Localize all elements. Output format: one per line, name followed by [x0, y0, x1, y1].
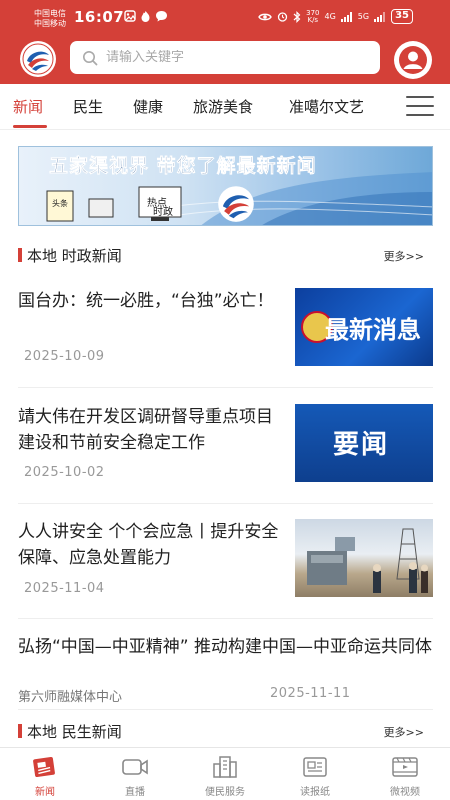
film-icon [392, 757, 418, 777]
paper-reader-icon [303, 757, 327, 777]
carrier-1: 中国电信 [34, 9, 66, 18]
section-title: 本地 时政新闻 [27, 247, 122, 265]
thumbnail-caption: 要闻 [333, 430, 390, 460]
substation-photo [307, 528, 428, 593]
buildings-icon [213, 756, 237, 778]
news-item[interactable]: 弘扬“中国—中亚精神” 推动构建中国—中亚命运共同体 第六师融媒体中心 2025… [18, 634, 433, 710]
section-header-livelihood: 本地 民生新闻 更多>> [18, 720, 432, 742]
banner-headline: 五家渠视界 带您了解最新新闻 [49, 155, 317, 178]
news-thumbnail[interactable]: 最新消息 [295, 288, 433, 366]
app-header: 中国电信 中国移动 16:07 370 K/s 4G 5G 35 [0, 0, 450, 84]
notification-icons [124, 10, 168, 22]
news-item[interactable]: 国台办：统一必胜，“台独”必亡！ 2025-10-09 最新消息 [18, 288, 433, 388]
carrier-labels: 中国电信 中国移动 [34, 9, 66, 29]
news-title[interactable]: 弘扬“中国—中亚精神” 推动构建中国—中亚命运共同体 [18, 634, 433, 660]
active-tab-indicator [13, 125, 47, 128]
image-notification-icon [124, 10, 136, 22]
thumbnail-caption: 最新消息 [325, 316, 421, 344]
bottom-tab-label: 便民服务 [205, 787, 245, 798]
banner-tag: 时政 [153, 207, 173, 218]
menu-icon-line [406, 105, 434, 107]
more-link[interactable]: 更多>> [384, 724, 424, 740]
bottom-tab-label: 微视频 [390, 787, 420, 798]
bluetooth-icon [293, 10, 301, 23]
tab-health[interactable]: 健康 [133, 96, 163, 117]
network-type-2: 5G [357, 12, 370, 21]
search-bar[interactable] [70, 41, 380, 74]
news-date: 2025-10-09 [24, 349, 105, 364]
bottom-tab-label: 新闻 [35, 787, 55, 798]
news-title[interactable]: 靖大伟在开发区调研督导重点项目建设和节前安全稳定工作 [18, 404, 280, 456]
signal-icon-2 [374, 11, 386, 22]
news-date: 2025-10-02 [24, 465, 105, 480]
section-accent-bar [18, 724, 22, 738]
menu-icon-line [406, 96, 434, 98]
tab-literature-art[interactable]: 准噶尔文艺 [289, 96, 364, 117]
tab-news[interactable]: 新闻 [13, 96, 43, 117]
menu-icon-line [406, 114, 434, 116]
user-icon [399, 46, 427, 74]
bottom-tab-newspaper[interactable]: 读报纸 [270, 754, 360, 798]
news-date: 2025-11-11 [270, 686, 351, 701]
bottom-tab-label: 读报纸 [300, 787, 330, 798]
menu-button[interactable] [406, 96, 434, 118]
bottom-tab-news[interactable]: 新闻 [0, 754, 90, 798]
section-accent-bar [18, 248, 22, 262]
search-input[interactable] [106, 50, 366, 65]
news-thumbnail-photo[interactable] [295, 519, 433, 597]
eye-icon [258, 13, 272, 20]
chat-notification-icon [156, 11, 167, 22]
category-nav: 新闻 民生 健康 旅游美食 准噶尔文艺 [0, 84, 450, 130]
news-title[interactable]: 人人讲安全 个个会应急丨提升安全保障、应急处置能力 [18, 519, 280, 571]
bottom-tab-label: 直播 [125, 787, 145, 798]
banner[interactable]: 五家渠视界 带您了解最新新闻 头条 热点 时政 [18, 146, 433, 226]
more-link[interactable]: 更多>> [384, 248, 424, 264]
news-title[interactable]: 国台办：统一必胜，“台独”必亡！ [18, 288, 280, 314]
network-type-1: 4G [324, 12, 336, 21]
news-source: 第六师融媒体中心 [18, 690, 123, 705]
news-thumbnail[interactable]: 要闻 [295, 404, 433, 482]
banner-logo-icon [218, 186, 254, 222]
section-title: 本地 民生新闻 [27, 723, 122, 741]
tab-travel-food[interactable]: 旅游美食 [193, 96, 253, 117]
user-avatar-button[interactable] [394, 41, 432, 79]
news-date: 2025-11-04 [24, 581, 105, 596]
bottom-tab-bar: 新闻 直播 便民服务 读报纸 微视频 [0, 747, 450, 800]
battery-indicator: 35 [391, 9, 413, 24]
network-speed: 370 K/s [306, 9, 319, 24]
app-logo[interactable] [20, 41, 56, 77]
bottom-tab-microvideo[interactable]: 微视频 [360, 754, 450, 798]
news-item[interactable]: 靖大伟在开发区调研督导重点项目建设和节前安全稳定工作 2025-10-02 要闻 [18, 404, 433, 504]
search-icon [83, 50, 98, 65]
logo-icon [22, 43, 54, 75]
status-time: 16:07 [74, 8, 125, 26]
news-item[interactable]: 人人讲安全 个个会应急丨提升安全保障、应急处置能力 2025-11-04 [18, 519, 433, 619]
system-icons: 370 K/s 4G 5G 35 [258, 9, 413, 24]
bottom-tab-services[interactable]: 便民服务 [180, 754, 270, 798]
carrier-2: 中国移动 [34, 19, 66, 28]
alarm-icon [277, 12, 288, 22]
signal-icon-1 [340, 11, 352, 22]
fire-notification-icon [141, 11, 150, 22]
newspaper-icon [33, 756, 55, 778]
tab-livelihood[interactable]: 民生 [73, 96, 103, 117]
status-bar: 中国电信 中国移动 16:07 370 K/s 4G 5G 35 [0, 0, 450, 36]
speed-unit: K/s [307, 15, 319, 24]
bottom-tab-live[interactable]: 直播 [90, 754, 180, 798]
video-camera-icon [122, 759, 148, 775]
section-header-politics: 本地 时政新闻 更多>> [18, 244, 432, 266]
banner-tag: 头条 [52, 199, 68, 208]
